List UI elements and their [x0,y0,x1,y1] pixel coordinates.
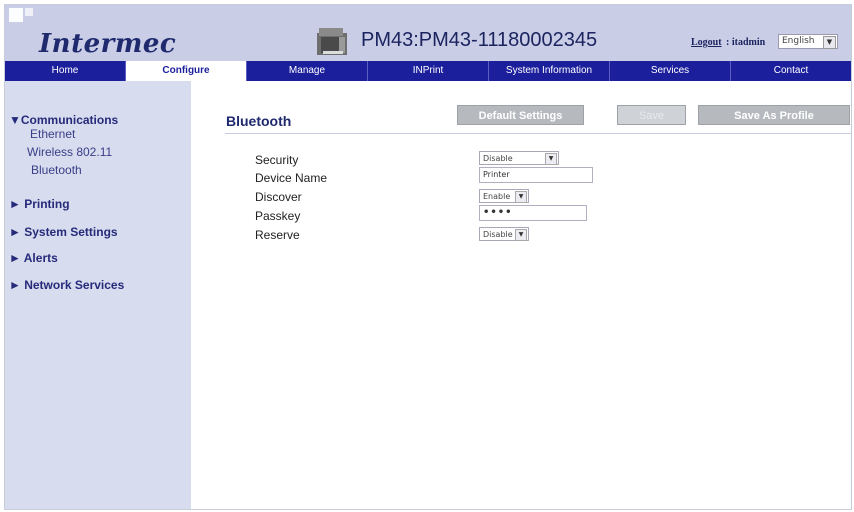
sidebar: ▼Communications Ethernet Wireless 802.11… [5,81,191,509]
tab-manage-label: Manage [288,65,326,76]
intermec-logo: Intermec [39,29,177,59]
language-select[interactable]: English ▼ [778,34,838,49]
tab-home[interactable]: Home [5,61,126,81]
chevron-down-icon[interactable]: ▼ [823,36,836,49]
logo-square-large [9,8,23,22]
sidebar-item-printing[interactable]: ► Printing [9,197,70,211]
header: Intermec PM43:PM43-11180002345 Logout : … [5,5,851,61]
discover-value: Enable [483,192,511,201]
sidebar-subitem-bluetooth[interactable]: Bluetooth [31,163,82,177]
tab-contact[interactable]: Contact [731,61,851,81]
sidebar-subitem-ethernet[interactable]: Ethernet [30,127,75,141]
sidebar-subitem-wireless[interactable]: Wireless 802.11 [27,145,112,159]
reserve-select[interactable]: Disable ▼ [479,227,529,241]
save-as-profile-button[interactable]: Save As Profile [698,105,850,125]
chevron-down-icon[interactable]: ▼ [515,229,527,241]
default-settings-button[interactable]: Default Settings [457,105,584,125]
tab-configure-label: Configure [162,65,210,76]
device-name-input[interactable]: Printer [479,167,593,183]
tab-home-label: Home [51,65,79,76]
discover-label: Discover [255,190,302,204]
device-name-label: Device Name [255,171,328,185]
passkey-input[interactable]: •••• [479,205,587,221]
printer-icon [317,28,347,55]
main-nav: Home Configure Manage INPrint System Inf… [5,61,851,81]
tab-manage[interactable]: Manage [247,61,368,81]
page-title: Bluetooth [226,113,292,129]
reserve-label: Reserve [255,228,300,242]
browser-page: Intermec PM43:PM43-11180002345 Logout : … [4,4,852,510]
tab-system-information[interactable]: System Information [489,61,610,81]
sidebar-item-alerts[interactable]: ► Alerts [9,251,58,265]
tab-system-information-label: System Information [505,65,593,76]
logout-link[interactable]: Logout [691,37,722,48]
security-value: Disable [483,154,513,163]
discover-select[interactable]: Enable ▼ [479,189,529,203]
tab-services-label: Services [650,65,690,76]
save-button[interactable]: Save [617,105,686,125]
passkey-label: Passkey [255,209,301,223]
tab-inprint-label: INPrint [412,65,444,76]
security-select[interactable]: Disable ▼ [479,151,559,165]
reserve-value: Disable [483,230,513,239]
sidebar-item-system-settings[interactable]: ► System Settings [9,225,118,239]
security-label: Security [255,153,299,167]
tab-inprint[interactable]: INPrint [368,61,489,81]
tab-configure[interactable]: Configure [126,61,247,81]
sidebar-item-network-services[interactable]: ► Network Services [9,278,124,292]
sidebar-item-communications[interactable]: ▼Communications [9,113,118,127]
printer-title: PM43:PM43-11180002345 [361,29,598,51]
tab-contact-label: Contact [773,65,809,76]
language-value: English [782,36,815,46]
title-divider [225,133,851,134]
chevron-down-icon[interactable]: ▼ [515,191,527,203]
chevron-down-icon[interactable]: ▼ [545,153,557,165]
user-label: : itadmin [726,37,766,48]
tab-services[interactable]: Services [610,61,731,81]
logo-square-small [25,8,33,16]
